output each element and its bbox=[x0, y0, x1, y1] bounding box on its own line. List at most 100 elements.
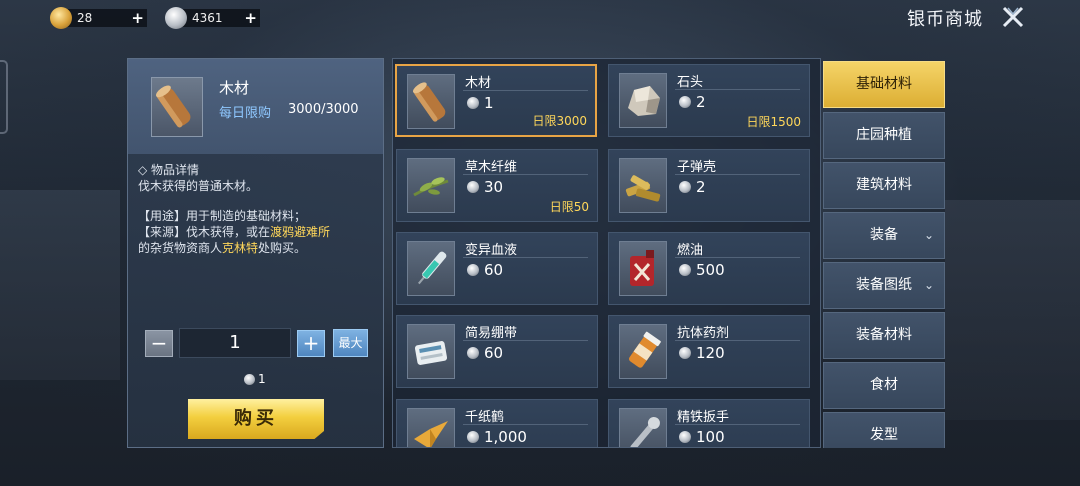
shop-title: 银币商城 bbox=[907, 9, 983, 30]
tab-building-materials[interactable]: 建筑材料 bbox=[823, 162, 945, 209]
category-tabs: 基础材料 庄园种植 建筑材料 装备 ⌄ 装备图纸 ⌄ 装备材料 食材 发型 bbox=[823, 59, 945, 448]
add-gold-button[interactable]: + bbox=[131, 9, 144, 27]
daily-limit-value: 3000/3000 bbox=[288, 102, 359, 117]
item-card[interactable]: 变异血液 60 bbox=[396, 232, 598, 305]
buy-button[interactable]: 购买 bbox=[188, 399, 324, 439]
item-name: 燃油 bbox=[677, 243, 704, 258]
item-card[interactable]: 草木纤维 30 日限50 bbox=[396, 149, 598, 222]
item-daily-limit: 日限50 bbox=[549, 200, 589, 214]
item-price: 1,000 bbox=[467, 428, 527, 446]
tab-label: 建筑材料 bbox=[856, 177, 912, 193]
description-text: 伐木获得的普通木材。 bbox=[138, 179, 259, 193]
item-price: 2 bbox=[679, 178, 706, 196]
stone-icon bbox=[619, 73, 667, 128]
tab-basic-materials[interactable]: 基础材料 bbox=[823, 61, 945, 108]
bullet-shell-icon bbox=[619, 158, 667, 213]
silver-coin-icon bbox=[467, 347, 479, 359]
item-price: 1 bbox=[467, 94, 494, 112]
source-prefix: 【来源】伐木获得，或在 bbox=[138, 225, 271, 239]
item-card[interactable]: 燃油 500 bbox=[608, 232, 810, 305]
item-daily-limit: 日限1500 bbox=[746, 115, 801, 129]
item-card[interactable]: 千纸鹤 1,000 bbox=[396, 399, 598, 447]
item-price-value: 1,000 bbox=[484, 428, 527, 446]
tab-equipment-blueprints[interactable]: 装备图纸 ⌄ bbox=[823, 262, 945, 309]
gold-coin-icon bbox=[50, 7, 72, 29]
item-description: ◇ 物品详情 伐木获得的普通木材。 【用途】用于制造的基础材料； 【来源】伐木获… bbox=[138, 162, 378, 256]
silver-coin-icon bbox=[467, 431, 479, 443]
wrench-icon bbox=[619, 408, 667, 447]
item-price: 60 bbox=[467, 344, 503, 362]
background-shelf bbox=[945, 200, 1080, 420]
item-price-value: 60 bbox=[484, 344, 504, 362]
add-silver-button[interactable]: + bbox=[244, 9, 257, 27]
silver-coin-icon bbox=[679, 431, 691, 443]
side-handle[interactable] bbox=[0, 60, 8, 134]
item-price-value: 100 bbox=[696, 428, 725, 446]
close-button[interactable] bbox=[1000, 4, 1026, 30]
tab-label: 发型 bbox=[870, 427, 898, 443]
tab-label: 装备图纸 bbox=[856, 277, 912, 293]
item-price-value: 60 bbox=[484, 261, 504, 279]
tab-farming[interactable]: 庄园种植 bbox=[823, 112, 945, 159]
tab-label: 食材 bbox=[870, 377, 898, 393]
item-name: 石头 bbox=[677, 75, 704, 90]
item-name: 木材 bbox=[465, 76, 492, 91]
silver-coin-icon bbox=[165, 7, 187, 29]
source-text-2: 的杂货物资商人克林特处购买。 bbox=[138, 240, 378, 256]
background-shelf bbox=[0, 190, 120, 380]
chevron-down-icon: ⌄ bbox=[923, 228, 934, 242]
item-card[interactable]: 木材 1 日限3000 bbox=[395, 64, 597, 137]
silver-coin-icon bbox=[679, 96, 691, 108]
paper-crane-icon bbox=[407, 408, 455, 447]
item-card[interactable]: 抗体药剂 120 bbox=[608, 315, 810, 388]
item-card[interactable]: 简易绷带 60 bbox=[396, 315, 598, 388]
tab-equipment[interactable]: 装备 ⌄ bbox=[823, 212, 945, 259]
item-detail-panel: 木材 每日限购 3000/3000 ◇ 物品详情 伐木获得的普通木材。 【用途】… bbox=[127, 58, 384, 448]
item-price-value: 1 bbox=[484, 94, 494, 112]
tab-label: 装备材料 bbox=[856, 327, 912, 343]
tab-label: 庄园种植 bbox=[856, 127, 912, 143]
fuel-can-icon bbox=[619, 241, 667, 296]
fiber-icon bbox=[407, 158, 455, 213]
item-price: 60 bbox=[467, 261, 503, 279]
description-title: ◇ 物品详情 bbox=[138, 163, 200, 177]
silver-coin-icon bbox=[679, 264, 691, 276]
total-cost: 1 bbox=[244, 372, 266, 386]
item-daily-limit: 日限3000 bbox=[532, 114, 587, 128]
item-name: 子弹壳 bbox=[677, 160, 717, 175]
item-price-value: 120 bbox=[696, 344, 725, 362]
chevron-down-icon: ⌄ bbox=[923, 278, 934, 292]
wood-icon bbox=[151, 77, 203, 137]
item-price: 100 bbox=[679, 428, 725, 446]
quantity-field[interactable]: 1 bbox=[179, 328, 291, 358]
increase-quantity-button[interactable]: + bbox=[297, 330, 325, 357]
tab-ingredients[interactable]: 食材 bbox=[823, 362, 945, 409]
silver-coin-icon bbox=[467, 264, 479, 276]
item-card[interactable]: 子弹壳 2 bbox=[608, 149, 810, 222]
item-card[interactable]: 精铁扳手 100 bbox=[608, 399, 810, 447]
item-name: 抗体药剂 bbox=[677, 326, 730, 341]
item-name: 变异血液 bbox=[465, 243, 518, 258]
tab-label: 基础材料 bbox=[856, 76, 912, 92]
bandage-icon bbox=[407, 324, 455, 379]
item-name: 草木纤维 bbox=[465, 160, 518, 175]
source-npc: 克林特 bbox=[222, 241, 259, 255]
max-quantity-button[interactable]: 最大 bbox=[333, 329, 368, 357]
pill-bottle-icon bbox=[619, 324, 667, 379]
source-place: 渡鸦避难所 bbox=[270, 225, 331, 239]
decrease-quantity-button[interactable]: − bbox=[145, 330, 173, 357]
item-price: 500 bbox=[679, 261, 725, 279]
source-suffix: 处购买。 bbox=[258, 241, 307, 255]
daily-limit-label: 每日限购 bbox=[219, 106, 272, 121]
item-price: 2 bbox=[679, 93, 706, 111]
item-price-value: 500 bbox=[696, 261, 725, 279]
item-grid[interactable]: 木材 1 日限3000 石头 2 日限1500 草木纤维 30 日限50 子弹壳… bbox=[392, 58, 821, 448]
tab-hairstyles[interactable]: 发型 bbox=[823, 412, 945, 448]
item-price-value: 30 bbox=[484, 178, 504, 196]
usage-text: 【用途】用于制造的基础材料； bbox=[138, 209, 307, 223]
item-price-value: 2 bbox=[696, 93, 706, 111]
silver-amount: 4361 bbox=[192, 11, 223, 25]
detail-item-name: 木材 bbox=[219, 79, 250, 97]
tab-equipment-materials[interactable]: 装备材料 bbox=[823, 312, 945, 359]
item-card[interactable]: 石头 2 日限1500 bbox=[608, 64, 810, 137]
